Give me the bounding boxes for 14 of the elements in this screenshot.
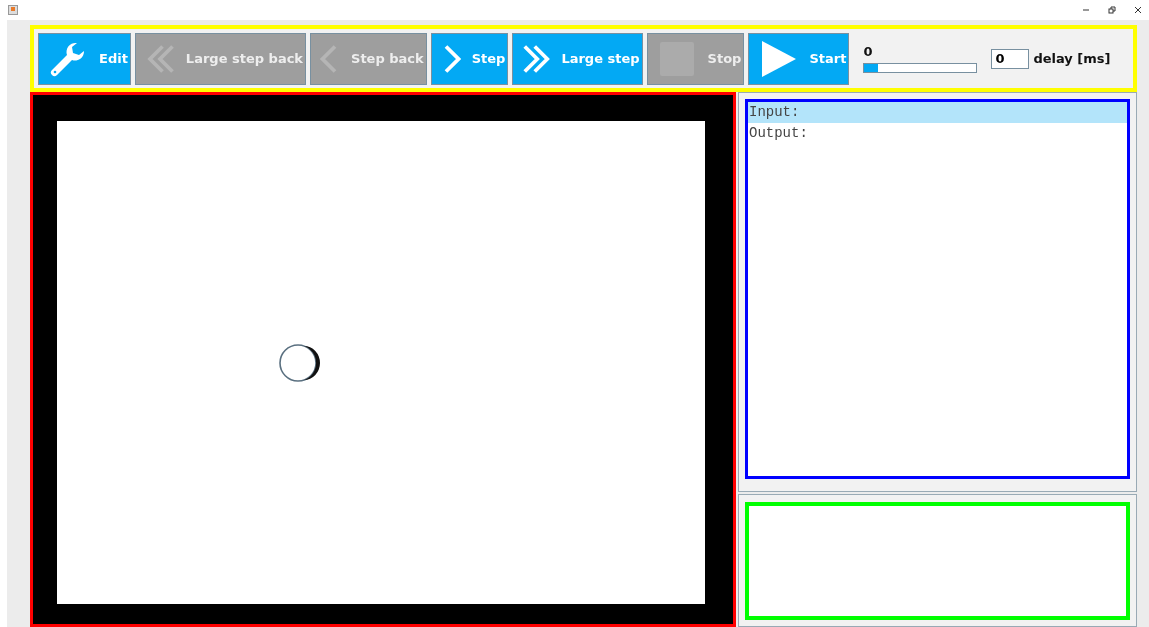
list-item[interactable]: Input: [748,102,1127,123]
start-button[interactable]: Start [748,32,850,85]
close-icon[interactable] [1133,5,1143,15]
list-item[interactable]: Output: [748,123,1127,144]
app-icon [8,5,18,15]
progress-reading: 0 [863,44,874,59]
circle-drawing [278,342,320,384]
step-button[interactable]: Step [430,32,509,85]
step-button[interactable]: Large step [512,32,643,85]
delay-label: delay [ms] [1033,51,1111,66]
restore-icon[interactable] [1107,5,1117,15]
double-right-icon [522,43,551,74]
delay-field[interactable]: 0 [991,48,1030,69]
edit-button[interactable]: Edit [38,32,131,85]
